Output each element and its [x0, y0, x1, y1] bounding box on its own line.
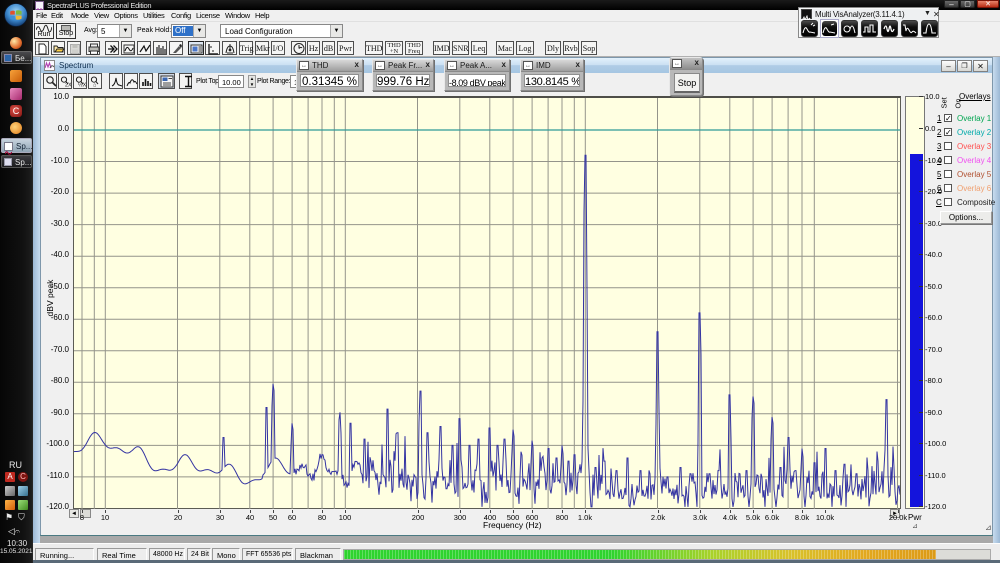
svg-text:½X: ½X [78, 82, 87, 89]
svg-text:⌂: ⌂ [93, 83, 96, 89]
svg-text:2X: 2X [65, 83, 72, 89]
